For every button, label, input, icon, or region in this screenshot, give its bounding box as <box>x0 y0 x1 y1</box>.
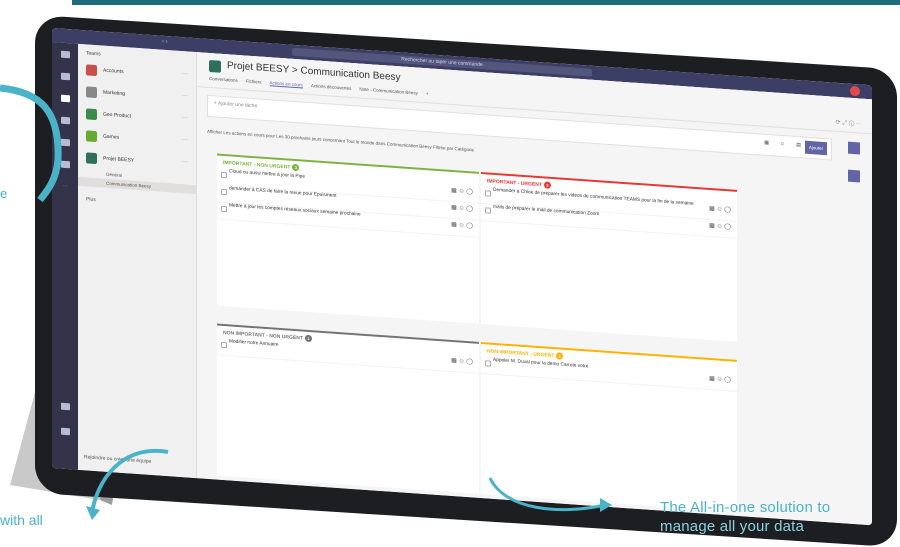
arrow-left-bottom <box>90 448 169 513</box>
arrow-right <box>488 477 606 512</box>
caption-edge: e <box>0 186 8 201</box>
arrow-left-top <box>0 84 62 203</box>
decor-arrows <box>0 84 612 520</box>
arrow-head-right <box>600 498 612 512</box>
caption-right: The All-in-one solution to manage all yo… <box>660 498 900 536</box>
caption-left: with all <box>0 512 43 528</box>
caption-right-line2: manage all your data <box>660 518 805 535</box>
caption-right-line1: The All-in-one solution to <box>660 499 831 516</box>
arrow-head-left <box>86 506 100 520</box>
